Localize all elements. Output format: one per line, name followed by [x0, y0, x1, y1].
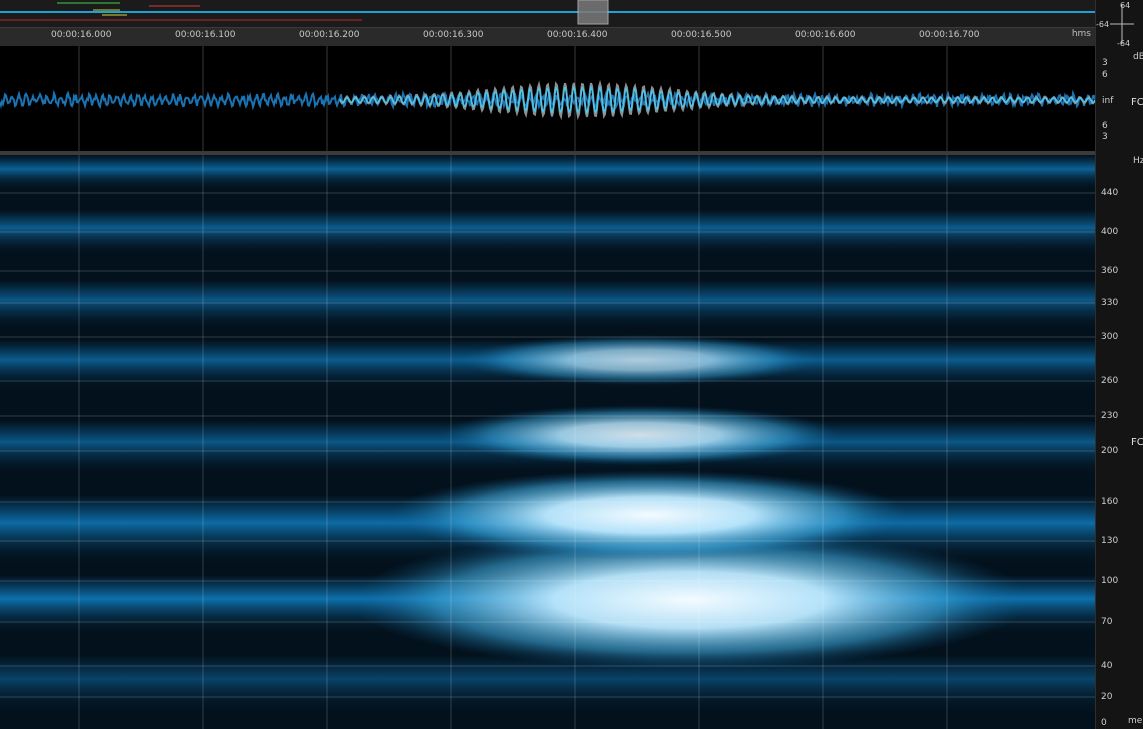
time-tick: 00:00:16.500 [671, 30, 731, 40]
time-tick: 00:00:16.200 [299, 30, 359, 40]
time-tick: 00:00:16.300 [423, 30, 483, 40]
freq-scale-label: 20 [1101, 692, 1112, 702]
spectral-view[interactable] [0, 155, 1095, 729]
amp-scale-label: inf [1102, 96, 1113, 106]
freq-scale-label: 330 [1101, 298, 1118, 308]
spectral-channel-caption: FC [1131, 437, 1143, 448]
freq-scale-label: 440 [1101, 188, 1118, 198]
freq-scale-label: 230 [1101, 411, 1118, 421]
freq-scale-label: 300 [1101, 332, 1118, 342]
overview-strip[interactable] [0, 0, 1095, 27]
amp-scale-label: 3 [1102, 58, 1108, 68]
time-tick: 00:00:16.700 [919, 30, 979, 40]
amp-scale-label: 6 [1102, 121, 1108, 131]
freq-scale-label: 400 [1101, 227, 1118, 237]
scale-panel: 64 -64 -64 dB 3 6 inf 6 3 Hz 440 400 360… [1095, 0, 1143, 729]
waveform-graphic [0, 46, 1095, 151]
amp-corner-label: -64 [1096, 20, 1109, 29]
freq-scale-type-label: mel [1128, 716, 1143, 726]
overview-graphic [0, 0, 1095, 27]
amp-unit-label: dB [1133, 52, 1143, 62]
time-tick: 00:00:16.600 [795, 30, 855, 40]
freq-scale-label: 40 [1101, 661, 1112, 671]
freq-scale-label: 0 [1101, 718, 1107, 728]
overview-viewport-handle [578, 0, 608, 24]
amp-scale-label: 3 [1102, 132, 1108, 142]
time-ruler[interactable]: 00:00:16.000 00:00:16.100 00:00:16.200 0… [0, 27, 1095, 48]
freq-scale-label: 200 [1101, 446, 1118, 456]
freq-scale-label: 260 [1101, 376, 1118, 386]
freq-unit-label: Hz [1133, 156, 1143, 166]
amp-scale-label: 6 [1102, 70, 1108, 80]
waveform-view[interactable] [0, 46, 1095, 151]
time-tick: 00:00:16.100 [175, 30, 235, 40]
time-tick: 00:00:16.400 [547, 30, 607, 40]
freq-scale-label: 160 [1101, 497, 1118, 507]
freq-scale-label: 100 [1101, 576, 1118, 586]
waveform-channel-caption: FC [1131, 97, 1143, 108]
time-tick: 00:00:16.000 [51, 30, 111, 40]
freq-scale-label: 70 [1101, 617, 1112, 627]
crosshair-icon [1110, 4, 1134, 44]
time-units-label: hms [1072, 29, 1091, 39]
freq-scale-label: 130 [1101, 536, 1118, 546]
freq-scale-label: 360 [1101, 266, 1118, 276]
spectrogram-graphic [0, 155, 1095, 729]
